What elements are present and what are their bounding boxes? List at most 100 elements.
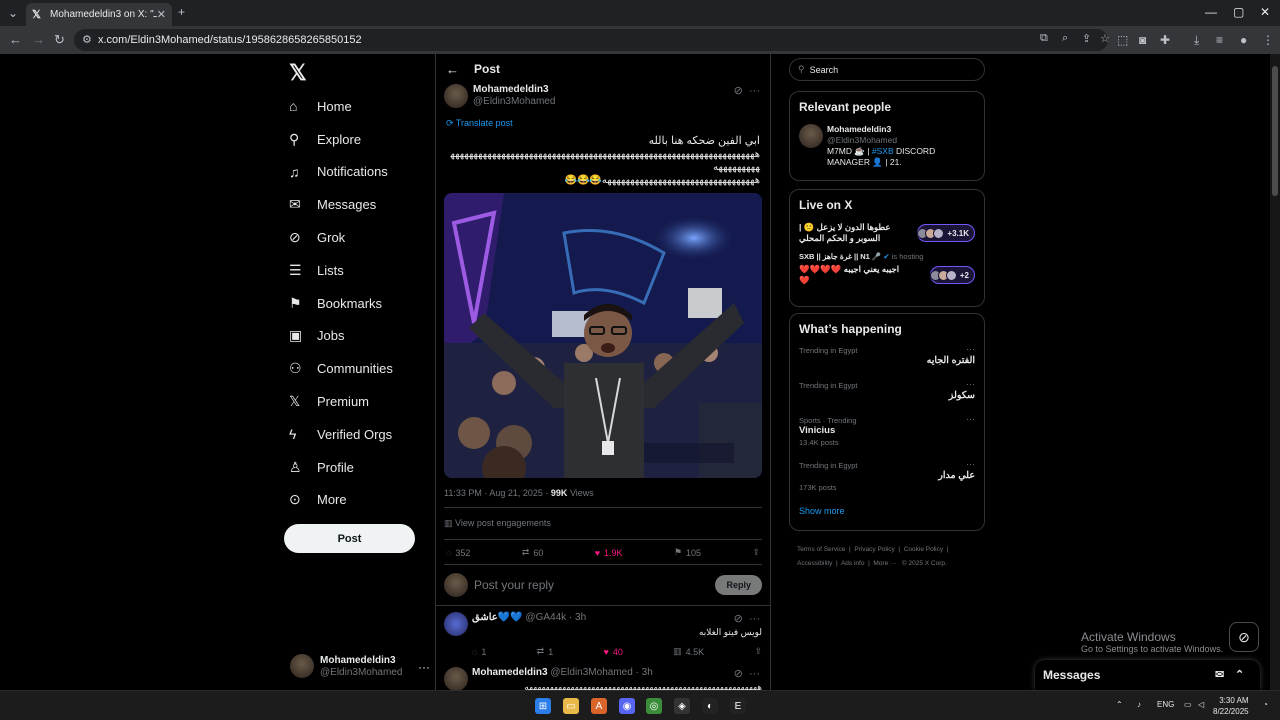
post-author-handle[interactable]: @Eldin3Mohamed bbox=[473, 96, 555, 108]
app-icon[interactable]: A bbox=[591, 698, 607, 714]
page-scrollbar[interactable] bbox=[1270, 54, 1280, 690]
translate-post-link[interactable]: ⟳ Translate post bbox=[436, 118, 770, 129]
nav-item-explore[interactable]: ⚲ Explore bbox=[289, 123, 439, 156]
profile-avatar-icon[interactable]: ● bbox=[1240, 33, 1247, 47]
reply-action[interactable]: ◌ 1 bbox=[472, 646, 486, 657]
avatar[interactable] bbox=[444, 612, 468, 636]
nav-item-jobs[interactable]: ▣ Jobs bbox=[289, 320, 439, 353]
post-timestamp[interactable]: 11:33 PM · Aug 21, 2025 bbox=[444, 488, 543, 498]
reload-icon[interactable]: ↻ bbox=[54, 32, 65, 48]
browser-tab[interactable]: 𝕏 Mohamedeldin3 on X: "ـ ✕ bbox=[26, 3, 172, 26]
bookmark-action[interactable]: ⚑ 105 bbox=[674, 547, 701, 558]
extensions-puzzle-icon[interactable]: ✚ bbox=[1160, 33, 1170, 47]
nav-item-grok[interactable]: ⊘ Grok bbox=[289, 221, 439, 254]
steam-icon[interactable]: ◐ bbox=[702, 698, 718, 714]
repost-action[interactable]: ⇄ 60 bbox=[522, 547, 544, 558]
nav-item-notifications[interactable]: ♫ Notifications bbox=[289, 156, 439, 189]
relevant-person[interactable]: Mohamedeldin3 @Eldin3Mohamed M7MD ☕ | #S… bbox=[799, 124, 975, 168]
more-dots-icon[interactable]: ··· bbox=[749, 668, 760, 680]
nav-item-verified-orgs[interactable]: ϟ Verified Orgs bbox=[289, 418, 439, 451]
more-dots-icon[interactable]: ··· bbox=[966, 344, 975, 354]
footer-link[interactable]: More ··· bbox=[873, 560, 896, 567]
post-button[interactable]: Post bbox=[284, 524, 415, 553]
nav-item-home[interactable]: ⌂ Home bbox=[289, 90, 439, 123]
nav-item-communities[interactable]: ⚇ Communities bbox=[289, 352, 439, 385]
person-name[interactable]: Mohamedeldin3 bbox=[827, 124, 975, 135]
live-space[interactable]: عطوها الدون لا يزعل 🙁 | السوبر و الحكم ا… bbox=[799, 222, 975, 244]
search-input[interactable]: ⚲ Search bbox=[789, 58, 985, 81]
forward-icon[interactable]: → bbox=[32, 32, 45, 47]
zoom-icon[interactable]: ⌕ bbox=[1062, 32, 1068, 45]
more-dots-icon[interactable]: ··· bbox=[418, 660, 430, 674]
reply-author-name[interactable]: عاشق💙💙 bbox=[472, 612, 523, 623]
more-dots-icon[interactable]: ··· bbox=[966, 459, 975, 469]
nav-item-bookmarks[interactable]: ⚑ Bookmarks bbox=[289, 287, 439, 320]
x-logo-icon[interactable]: 𝕏 bbox=[289, 60, 307, 86]
view-engagements-link[interactable]: ▥ View post engagements bbox=[436, 508, 770, 539]
reply-button[interactable]: Reply bbox=[715, 575, 762, 595]
footer-link[interactable]: Cookie Policy bbox=[904, 546, 943, 553]
microphone-icon[interactable]: ♪ bbox=[1137, 700, 1141, 709]
back-arrow-icon[interactable]: ← bbox=[446, 62, 474, 77]
browser-menu-icon[interactable]: ⋮ bbox=[1262, 33, 1274, 47]
share-icon[interactable]: ⇪ bbox=[752, 547, 760, 558]
views-action[interactable]: ▥ 4.5K bbox=[673, 646, 704, 657]
app-icon[interactable]: ◈ bbox=[674, 698, 690, 714]
more-dots-icon[interactable]: ··· bbox=[749, 85, 760, 97]
extension-icon[interactable]: ◙ bbox=[1139, 33, 1146, 47]
download-icon[interactable]: ⤓ bbox=[1194, 33, 1199, 48]
tab-close-icon[interactable]: ✕ bbox=[157, 8, 166, 21]
language-indicator[interactable]: ENG bbox=[1157, 700, 1174, 709]
discord-icon[interactable]: ◉ bbox=[619, 698, 635, 714]
reply-item[interactable]: عاشق💙💙 @GA44k · 3h لويس فيتو الغلابه ◌ 1 … bbox=[436, 606, 770, 661]
reply-input[interactable]: Post your reply bbox=[474, 578, 715, 592]
site-info-icon[interactable]: ⚙ bbox=[82, 33, 92, 46]
minimize-icon[interactable]: — bbox=[1205, 5, 1217, 19]
address-bar[interactable]: ⚙ x.com/Eldin3Mohamed/status/19586286582… bbox=[74, 29, 1110, 51]
tray-chevron-icon[interactable]: ⌃ bbox=[1116, 700, 1123, 709]
nav-item-premium[interactable]: 𝕏 Premium bbox=[289, 385, 439, 418]
grok-floating-button[interactable]: ⊘ bbox=[1229, 622, 1259, 652]
show-more-link[interactable]: Show more bbox=[799, 506, 975, 516]
messages-drawer[interactable]: Messages ✉ ⌃ bbox=[1035, 660, 1260, 690]
epic-games-icon[interactable]: E bbox=[730, 698, 746, 714]
install-app-icon[interactable]: ⧉ bbox=[1040, 32, 1048, 45]
hashtag-link[interactable]: #SXB bbox=[872, 146, 894, 156]
chrome-icon[interactable]: ◎ bbox=[646, 698, 662, 714]
listeners-pill[interactable]: +2 bbox=[929, 266, 975, 284]
repost-action[interactable]: ⇄ 1 bbox=[537, 646, 554, 657]
scrollbar-thumb[interactable] bbox=[1272, 66, 1278, 196]
reply-item[interactable]: Mohamedeldin3 @Eldin3Mohamed · 3h هههههه… bbox=[436, 661, 770, 690]
listeners-pill[interactable]: +3.1K bbox=[917, 224, 975, 242]
grok-icon[interactable]: ⊘ bbox=[734, 668, 743, 680]
nav-item-more[interactable]: ⊙ More bbox=[289, 484, 439, 517]
post-video[interactable] bbox=[444, 193, 762, 478]
footer-link[interactable]: Accessibility bbox=[797, 560, 832, 567]
like-action[interactable]: ♥ 40 bbox=[604, 646, 623, 657]
trend-item[interactable]: Trending in Egypt ··· سكولز bbox=[799, 379, 975, 401]
live-host-name[interactable]: SXB || غرة جاهز || N1 🎤 bbox=[799, 252, 881, 261]
avatar[interactable] bbox=[444, 667, 468, 690]
grok-icon[interactable]: ⊘ bbox=[734, 85, 743, 97]
more-dots-icon[interactable]: ··· bbox=[749, 613, 760, 625]
start-icon[interactable]: ⊞ bbox=[535, 698, 551, 714]
back-icon[interactable]: ← bbox=[9, 32, 22, 47]
footer-link[interactable]: Ads info bbox=[841, 560, 865, 567]
reply-author-handle[interactable]: @GA44k · 3h bbox=[525, 612, 586, 623]
network-icon[interactable]: ▭ bbox=[1184, 700, 1192, 709]
trend-item[interactable]: Trending in Egypt ··· علي مدار 173K post… bbox=[799, 459, 975, 492]
new-message-icon[interactable]: ✉ bbox=[1215, 668, 1224, 681]
trend-item[interactable]: Trending in Egypt ··· الفتره الجايه bbox=[799, 344, 975, 366]
share-icon[interactable]: ⇪ bbox=[1082, 32, 1091, 45]
bookmark-star-icon[interactable]: ☆ bbox=[1100, 32, 1110, 45]
more-dots-icon[interactable]: ··· bbox=[966, 379, 975, 389]
account-switcher[interactable]: Mohamedeldin3 @Eldin3Mohamed ··· bbox=[290, 654, 430, 678]
maximize-icon[interactable]: ▢ bbox=[1233, 5, 1244, 19]
grok-icon[interactable]: ⊘ bbox=[734, 613, 743, 625]
tab-search-icon[interactable]: ⌄ bbox=[8, 6, 18, 20]
clock[interactable]: 3:30 AM 8/22/2025 bbox=[1213, 695, 1249, 717]
nav-item-messages[interactable]: ✉ Messages bbox=[289, 188, 439, 221]
avatar[interactable] bbox=[444, 84, 468, 108]
trend-item[interactable]: Sports · Trending ··· Vinicius 13.4K pos… bbox=[799, 414, 975, 447]
notification-icon[interactable]: ◔ bbox=[1263, 700, 1268, 709]
